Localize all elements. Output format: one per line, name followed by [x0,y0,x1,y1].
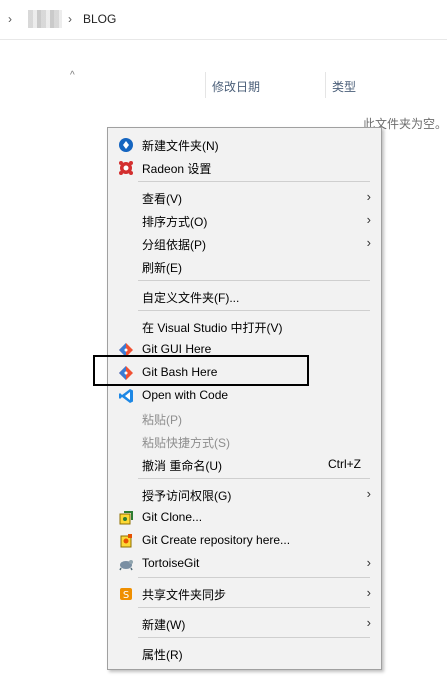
menu-item-tortoisegit[interactable]: TortoiseGit › [108,552,381,575]
menu-separator [138,607,370,608]
menu-separator [138,181,370,182]
menu-item-paste[interactable]: 粘贴(P) [108,407,381,430]
menu-separator [138,637,370,638]
chevron-right-icon: › [366,212,371,227]
chevron-right-icon: › [366,615,371,630]
breadcrumb-current[interactable]: BLOG [83,12,116,26]
menu-item-sort[interactable]: 排序方式(O) › [108,209,381,232]
menu-item-new-folder[interactable]: 新建文件夹(N) [108,133,381,156]
chevron-right-icon[interactable]: › [68,12,72,26]
menu-item-grant-access[interactable]: 授予访问权限(G) › [108,483,381,506]
keyboard-shortcut: Ctrl+Z [328,457,361,471]
tortoisegit-clone-icon [119,511,133,525]
menu-item-view[interactable]: 查看(V) › [108,186,381,209]
chevron-right-icon[interactable]: › [8,12,12,26]
menu-item-undo-rename[interactable]: 撤消 重命名(U) Ctrl+Z [108,453,381,476]
svg-text:S: S [123,590,129,601]
menu-separator [138,280,370,281]
sort-up-icon: ^ [70,70,75,81]
chevron-right-icon: › [366,585,371,600]
menu-item-open-visual-studio[interactable]: 在 Visual Studio 中打开(V) [108,315,381,338]
menu-item-radeon[interactable]: Radeon 设置 [108,156,381,179]
tortoisegit-create-icon [120,534,132,548]
menu-item-open-with-code[interactable]: Open with Code [108,384,381,407]
chevron-right-icon: › [366,486,371,501]
chevron-right-icon: › [366,189,371,204]
column-header: ^ 修改日期 类型 [0,70,447,98]
menu-item-paste-shortcut[interactable]: 粘贴快捷方式(S) [108,430,381,453]
menu-separator [138,577,370,578]
column-header-date[interactable]: 修改日期 [212,78,260,95]
menu-item-group[interactable]: 分组依据(P) › [108,232,381,255]
vscode-icon [119,389,133,403]
shared-folder-sync-icon: S [120,588,132,601]
column-divider[interactable] [205,72,206,98]
chevron-right-icon: › [366,555,371,570]
menu-separator [138,310,370,311]
menu-item-git-clone[interactable]: Git Clone... [108,506,381,529]
tortoisegit-icon [119,560,133,571]
column-header-type[interactable]: 类型 [332,78,356,95]
menu-item-properties[interactable]: 属性(R) [108,642,381,665]
context-menu: 新建文件夹(N) Radeon 设置 查看(V) › 排序方式(O) › 分组依… [107,127,382,670]
highlight-box [93,355,309,386]
menu-item-customize[interactable]: 自定义文件夹(F)... [108,285,381,308]
column-divider[interactable] [325,72,326,98]
blurred-path-segment [28,10,62,28]
chevron-right-icon: › [366,235,371,250]
menu-item-refresh[interactable]: 刷新(E) [108,255,381,278]
address-bar: › › BLOG [0,0,447,40]
menu-item-shared-folder-sync[interactable]: S 共享文件夹同步 › [108,582,381,605]
menu-item-new[interactable]: 新建(W) › [108,612,381,635]
menu-item-git-create-repo[interactable]: Git Create repository here... [108,529,381,552]
menu-separator [138,478,370,479]
radeon-icon [119,161,133,175]
new-folder-icon [119,138,133,152]
